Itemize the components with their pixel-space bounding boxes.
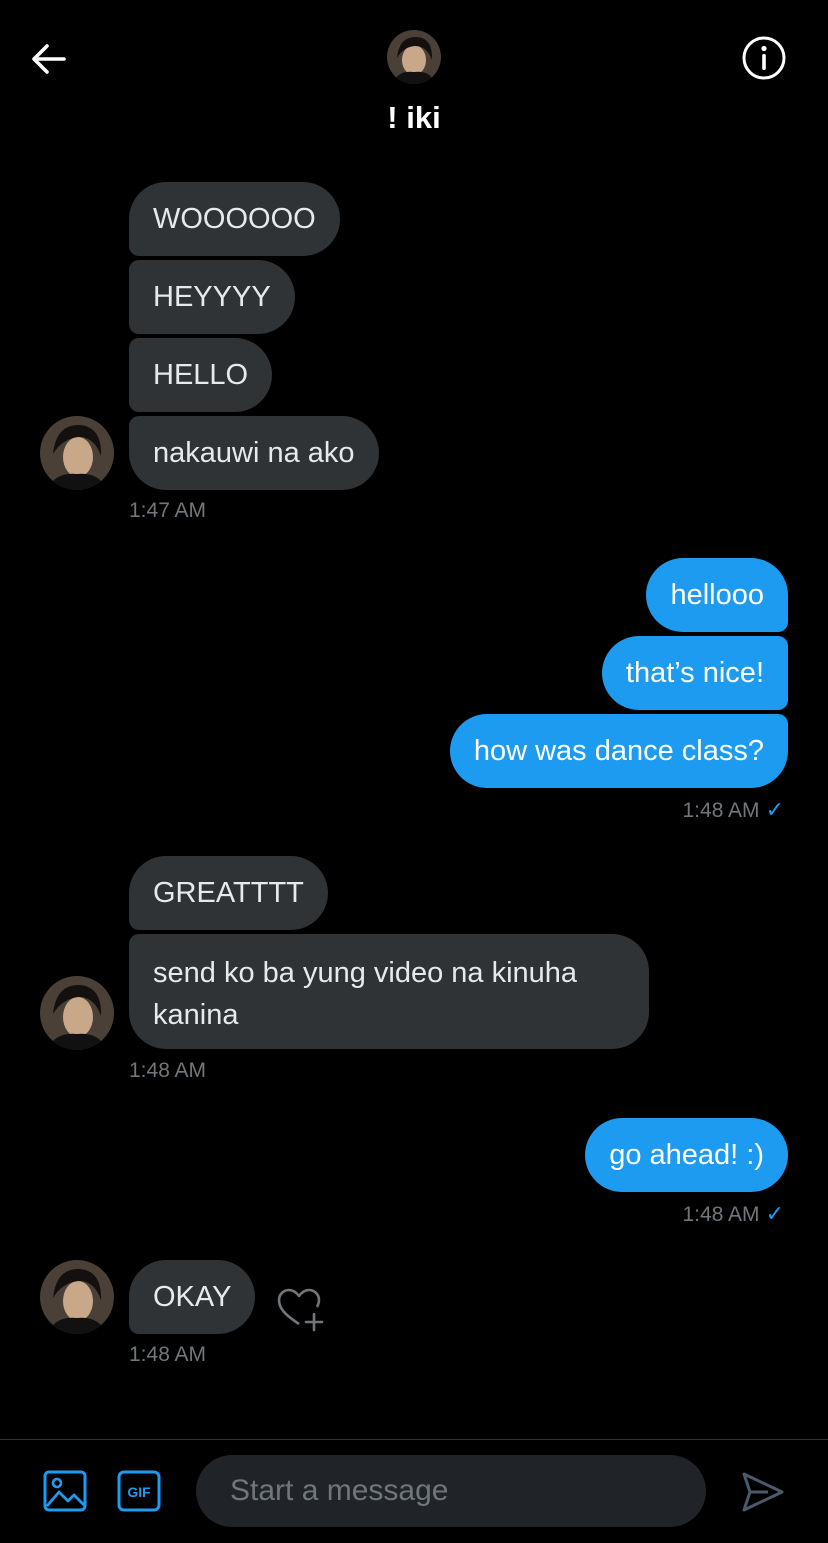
message-timestamp: 1:47 AM <box>129 499 207 522</box>
arrow-left-icon <box>32 44 66 74</box>
back-button[interactable] <box>28 38 70 80</box>
message-timestamp: 1:48 AM <box>129 1059 207 1082</box>
incoming-message[interactable]: HEYYYY <box>129 260 295 334</box>
outgoing-message[interactable]: that’s nice! <box>601 636 788 710</box>
outgoing-message[interactable]: hellooo <box>646 558 788 632</box>
send-icon <box>742 1472 784 1512</box>
incoming-message[interactable]: HELLO <box>129 338 273 412</box>
message-timestamp-row: 1:48 AM ✓ <box>683 1201 785 1227</box>
info-circle-icon <box>742 36 786 80</box>
message-input[interactable] <box>196 1455 706 1527</box>
send-button[interactable] <box>738 1468 786 1516</box>
sender-avatar[interactable] <box>40 976 114 1050</box>
header-avatar[interactable] <box>387 30 441 84</box>
sender-avatar[interactable] <box>40 1260 114 1334</box>
image-icon <box>43 1470 87 1512</box>
message-timestamp: 1:48 AM <box>682 1203 760 1226</box>
react-button[interactable] <box>276 1286 326 1332</box>
message-timestamp: 1:48 AM <box>129 1343 207 1366</box>
incoming-message[interactable]: GREATTTT <box>129 856 328 930</box>
gif-label: GIF <box>127 1484 151 1500</box>
conversation-header: ! iki <box>0 0 828 160</box>
message-timestamp: 1:48 AM <box>682 799 760 822</box>
incoming-message[interactable]: WOOOOOO <box>129 182 340 256</box>
heart-plus-icon <box>277 1288 324 1332</box>
info-button[interactable] <box>740 34 788 82</box>
seen-check-icon: ✓ <box>765 1201 784 1226</box>
conversation-title: ! iki <box>387 100 441 135</box>
sender-avatar[interactable] <box>40 416 114 490</box>
seen-check-icon: ✓ <box>765 797 784 822</box>
incoming-message[interactable]: OKAY <box>129 1260 256 1334</box>
gif-icon: GIF <box>117 1470 161 1512</box>
add-photo-button[interactable] <box>42 1468 88 1514</box>
message-timestamp-row: 1:48 AM ✓ <box>683 797 785 823</box>
outgoing-message[interactable]: how was dance class? <box>449 714 788 788</box>
incoming-message[interactable]: send ko ba yung video na kinuha kanina <box>129 934 649 1049</box>
outgoing-message[interactable]: go ahead! :) <box>585 1118 788 1192</box>
add-gif-button[interactable]: GIF <box>116 1468 162 1514</box>
incoming-message[interactable]: nakauwi na ako <box>129 416 379 490</box>
